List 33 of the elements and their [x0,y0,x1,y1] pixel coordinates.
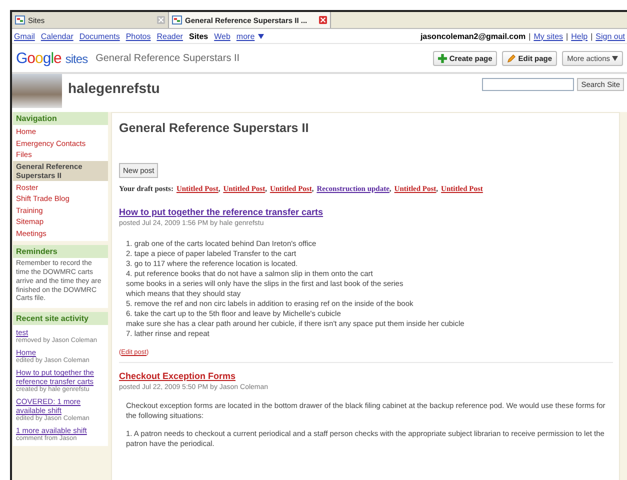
close-tab-icon[interactable] [319,16,327,24]
sidebar-heading: Recent site activity [13,312,108,326]
google-bar-link[interactable]: Web [214,32,230,40]
account-link[interactable]: Sign out [596,32,625,40]
sidebar-heading: Reminders [13,245,108,258]
sites-favicon-icon [15,15,25,25]
separator: | [590,32,593,40]
sites-favicon-icon [172,15,182,25]
sidebar-heading: Navigation [13,112,108,125]
post-title-link[interactable]: Checkout Exception Forms [119,371,236,381]
google-bar-link[interactable]: Calendar [40,32,74,40]
site-title: General Reference Superstars II [96,52,241,64]
google-bar-link[interactable]: Reader [156,32,183,40]
google-sites-logo[interactable]: Google sites [16,50,88,66]
separator: | [528,32,531,40]
pencil-icon [507,54,516,62]
google-bar-link[interactable]: Gmail [14,32,35,40]
search-field[interactable] [482,78,574,91]
photo-placeholder [12,74,62,108]
account-email: jasoncoleman2@gmail.com [420,32,526,40]
google-bar-link[interactable]: more [236,32,255,40]
account-link[interactable]: My sites [534,32,564,40]
plus-icon [438,54,448,62]
site-name[interactable]: halegenrefstu [68,80,476,96]
post-title-link[interactable]: How to put together the reference transfer carts [119,207,324,217]
caret-icon[interactable] [258,34,264,38]
google-bar-link[interactable]: Documents [79,32,120,40]
account-link[interactable]: Help [571,32,588,40]
google-bar-item[interactable]: Sites [188,32,208,40]
caret-icon [612,56,618,60]
page-title: General Reference Superstars II [119,121,310,135]
separator: | [566,32,568,40]
google-bar-link[interactable]: Photos [126,32,151,40]
